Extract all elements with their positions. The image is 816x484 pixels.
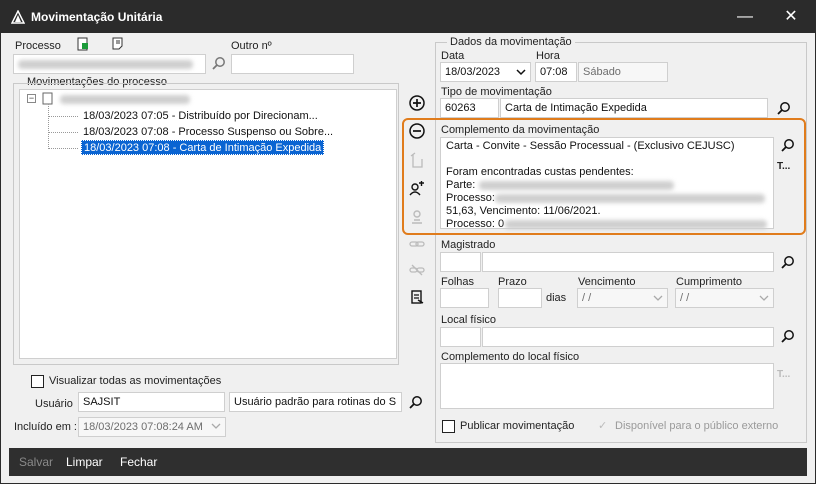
chevron-down-icon[interactable] bbox=[516, 67, 526, 77]
minimize-button[interactable]: — bbox=[722, 1, 768, 33]
complemento-highlight bbox=[402, 118, 806, 235]
tree-collapse-icon[interactable]: − bbox=[27, 94, 36, 103]
dados-group-label: Dados da movimentação bbox=[447, 36, 575, 48]
tree-item[interactable]: 18/03/2023 07:08 - Processo Suspenso ou … bbox=[81, 125, 335, 140]
incluido-field: 18/03/2023 07:08:24 AM bbox=[78, 417, 226, 437]
local-search-icon[interactable] bbox=[780, 329, 796, 345]
tipo-search-icon[interactable] bbox=[776, 101, 792, 117]
comp-local-label: Complemento do local físico bbox=[441, 351, 580, 363]
magistrado-desc-field bbox=[482, 252, 774, 272]
incluido-label: Incluído em : bbox=[14, 421, 77, 433]
tipo-desc-field: Carta de Intimação Expedida bbox=[500, 98, 768, 118]
vencimento-label: Vencimento bbox=[578, 276, 636, 288]
limpar-button[interactable]: Limpar bbox=[66, 455, 103, 469]
footer-bar: Salvar Limpar Fechar bbox=[9, 448, 807, 476]
comp-local-textarea[interactable] bbox=[440, 363, 774, 409]
title-bar: Movimentação Unitária — ✕ bbox=[1, 1, 815, 33]
chevron-down-icon bbox=[211, 423, 221, 429]
hora-label: Hora bbox=[536, 50, 560, 62]
app-logo-icon bbox=[11, 10, 25, 24]
magistrado-label: Magistrado bbox=[441, 239, 496, 251]
publicar-label: Publicar movimentação bbox=[460, 420, 575, 432]
processo-label: Processo bbox=[15, 40, 61, 52]
link-icon[interactable] bbox=[407, 234, 427, 254]
cumprimento-picker[interactable]: / / bbox=[675, 288, 774, 308]
cumprimento-label: Cumprimento bbox=[676, 276, 743, 288]
local-fisico-label: Local físico bbox=[441, 314, 497, 326]
comp-local-text-button[interactable]: T... bbox=[777, 369, 790, 380]
disponivel-check-icon: ✓ bbox=[598, 420, 608, 432]
window-title: Movimentação Unitária bbox=[31, 10, 163, 24]
visualizar-checkbox[interactable] bbox=[31, 375, 44, 388]
add-icon[interactable] bbox=[407, 93, 427, 113]
folhas-input[interactable] bbox=[440, 288, 489, 308]
magistrado-code-input[interactable] bbox=[440, 252, 481, 272]
chevron-down-icon[interactable] bbox=[653, 293, 663, 303]
dias-label: dias bbox=[546, 292, 567, 304]
data-picker[interactable]: 18/03/2023 bbox=[440, 62, 531, 82]
clipboard-icon[interactable] bbox=[407, 287, 427, 307]
publicar-checkbox[interactable] bbox=[442, 420, 455, 433]
prazo-input[interactable] bbox=[498, 288, 542, 308]
processo-input[interactable] bbox=[13, 54, 206, 74]
usuario-desc-field: Usuário padrão para rotinas do S bbox=[229, 392, 402, 412]
usuario-search-icon[interactable] bbox=[408, 395, 424, 411]
dia-semana-field: Sábado bbox=[578, 62, 668, 82]
tree-item[interactable]: 18/03/2023 07:05 - Distribuído por Direc… bbox=[81, 109, 320, 124]
disponivel-label: Disponível para o público externo bbox=[615, 420, 779, 432]
local-code-input[interactable] bbox=[440, 327, 481, 347]
note-icon[interactable] bbox=[111, 37, 125, 51]
unlink-icon[interactable] bbox=[407, 260, 427, 280]
outro-input[interactable] bbox=[231, 54, 354, 74]
visualizar-label: Visualizar todas as movimentações bbox=[49, 375, 222, 387]
tipo-label: Tipo de movimentação bbox=[441, 86, 552, 98]
fechar-button[interactable]: Fechar bbox=[120, 455, 157, 469]
movimentacoes-tree[interactable]: − 18/03/2023 07:05 - Distribuído por Dir… bbox=[19, 89, 397, 359]
close-button[interactable]: ✕ bbox=[768, 1, 814, 33]
folhas-label: Folhas bbox=[441, 276, 475, 288]
usuario-label: Usuário bbox=[35, 398, 73, 410]
processo-search-icon[interactable] bbox=[211, 56, 227, 72]
hora-input[interactable]: 07:08 bbox=[535, 62, 577, 82]
tipo-code-input[interactable]: 60263 bbox=[440, 98, 499, 118]
usuario-input[interactable]: SAJSIT bbox=[78, 392, 225, 412]
chevron-down-icon[interactable] bbox=[759, 293, 769, 303]
prazo-label: Prazo bbox=[498, 276, 527, 288]
data-label: Data bbox=[441, 50, 465, 62]
vencimento-picker[interactable]: / / bbox=[577, 288, 668, 308]
new-document-icon[interactable] bbox=[76, 37, 90, 51]
local-desc-field bbox=[482, 327, 774, 347]
outro-label: Outro nº bbox=[231, 40, 272, 52]
tree-item-selected[interactable]: 18/03/2023 07:08 - Carta de Intimação Ex… bbox=[81, 140, 325, 155]
movimentacao-window: Movimentação Unitária — ✕ Processo Outro… bbox=[0, 0, 816, 484]
salvar-button[interactable]: Salvar bbox=[19, 455, 53, 469]
magistrado-search-icon[interactable] bbox=[780, 255, 796, 271]
